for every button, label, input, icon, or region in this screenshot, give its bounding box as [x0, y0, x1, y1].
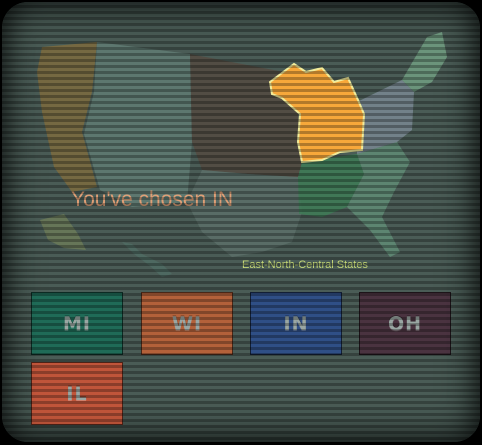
map-region-pacific[interactable]	[37, 42, 97, 192]
state-button-label: IN	[283, 312, 309, 335]
state-button-wi[interactable]: WI	[141, 292, 233, 355]
chosen-state-text: You've chosen IN	[71, 188, 234, 211]
state-button-label: WI	[171, 312, 203, 335]
state-button-oh[interactable]: OH	[359, 292, 451, 355]
map-region-middle-atlantic[interactable]	[357, 80, 414, 154]
map-region-new-england[interactable]	[402, 32, 447, 92]
map-region-mountain[interactable]	[84, 42, 192, 207]
state-button-label: OH	[387, 312, 423, 335]
map-region-alaska[interactable]	[40, 214, 86, 250]
state-button-label: MI	[63, 312, 91, 335]
state-button-il[interactable]: IL	[31, 362, 123, 425]
region-label: East-North-Central States	[242, 259, 368, 271]
state-button-in[interactable]: IN	[250, 292, 342, 355]
map-region-hawaii[interactable]	[122, 242, 172, 277]
state-button-mi[interactable]: MI	[31, 292, 123, 355]
game-screen: You've chosen IN East-North-Central Stat…	[2, 2, 480, 442]
map-region-west-south-central[interactable]	[187, 170, 302, 257]
state-button-label: IL	[66, 382, 88, 405]
